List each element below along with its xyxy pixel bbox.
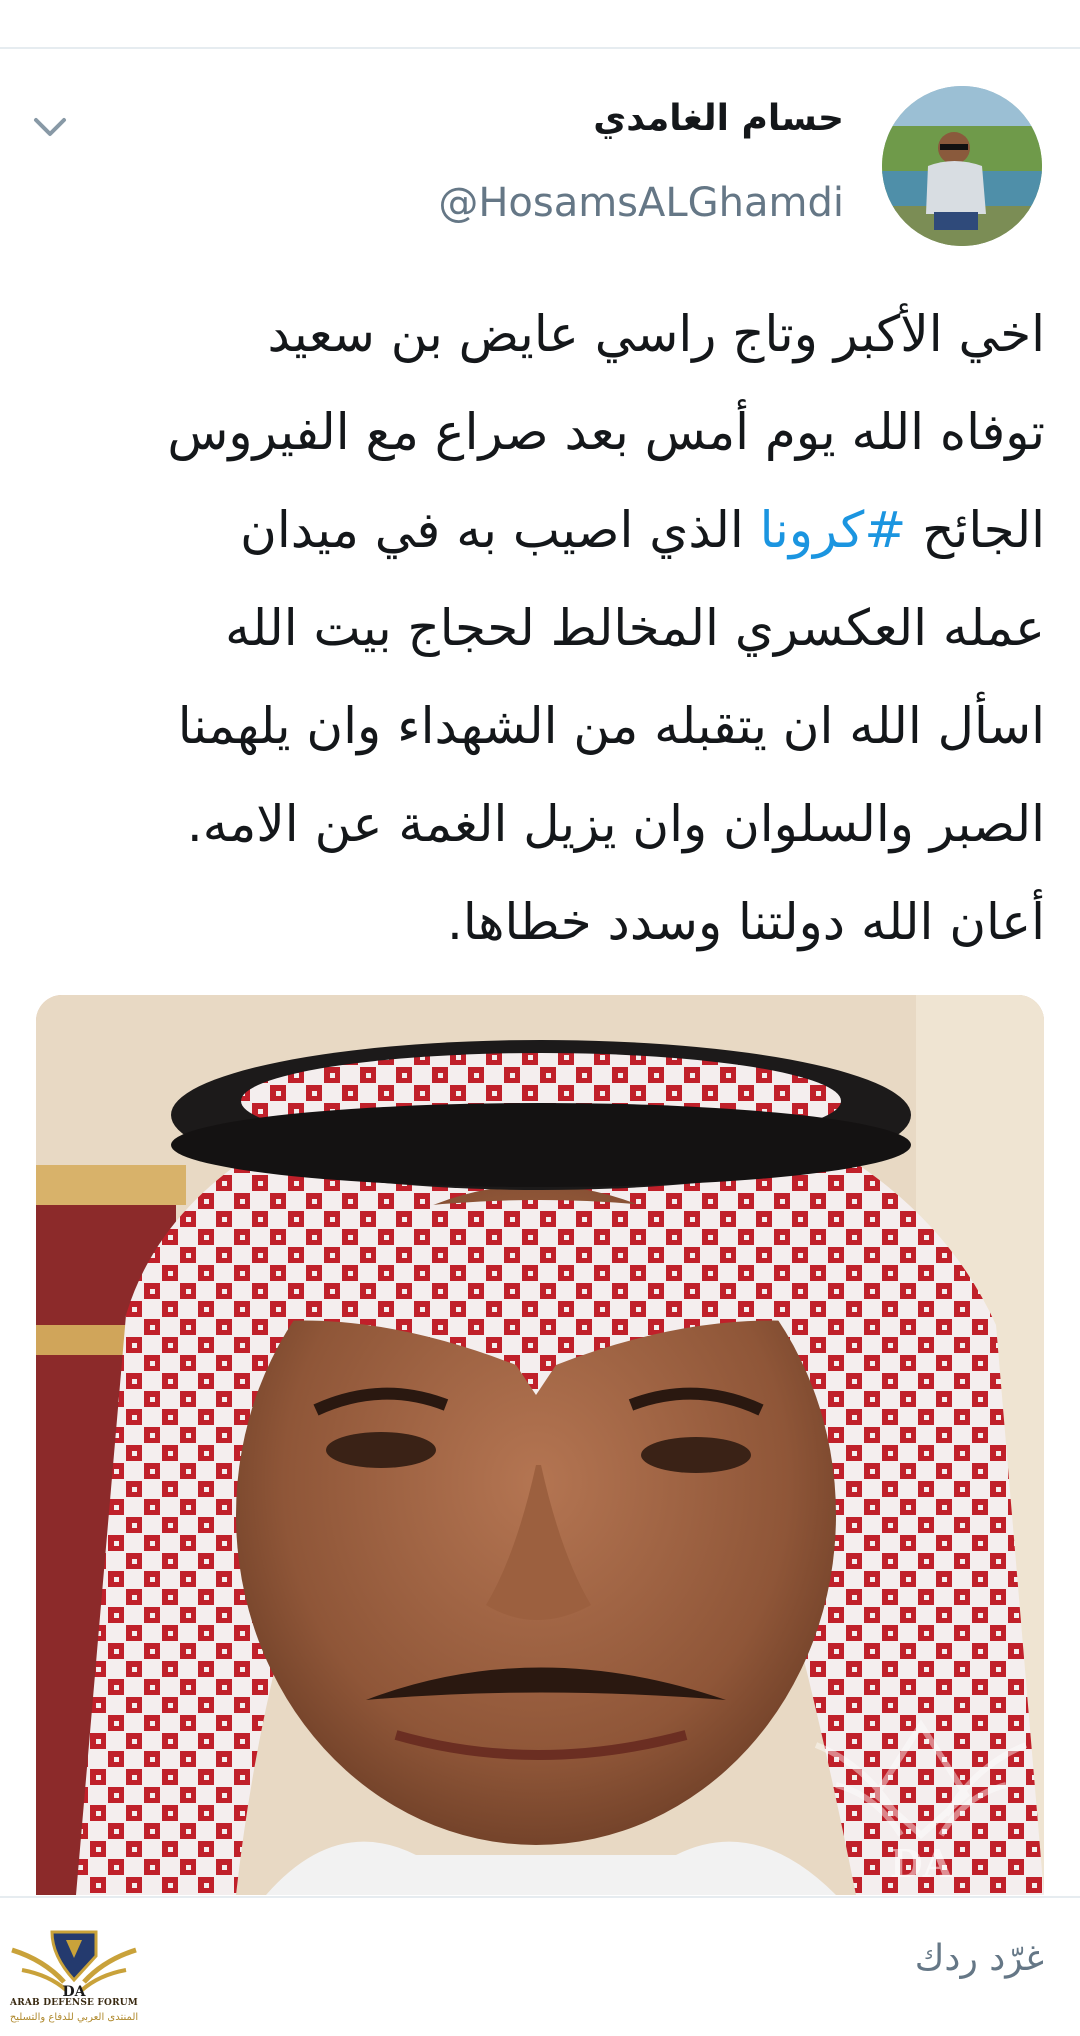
watermark-text: DA bbox=[890, 1841, 953, 1885]
tweet-line-text: الصبر والسلوان وان يزيل الغمة عن الامه. bbox=[186, 795, 1045, 853]
tweet-line: أعان الله دولتنا وسدد خطاها. bbox=[40, 873, 1045, 971]
author-avatar[interactable] bbox=[882, 86, 1042, 246]
tweet-line: الصبر والسلوان وان يزيل الغمة عن الامه. bbox=[40, 775, 1045, 873]
tweet-line: توفاه الله يوم أمس بعد صراع مع الفيروس bbox=[40, 383, 1045, 481]
tweet-line: اسأل الله ان يتقبله من الشهداء وان يلهمن… bbox=[40, 677, 1045, 775]
forum-logo: DA ARAB DEFENSE FORUM المنتدى العربي للد… bbox=[4, 1920, 144, 2032]
tweet-line-text: عمله العكسري المخالط لحجاج بيت الله bbox=[225, 599, 1045, 657]
forum-name-en: ARAB DEFENSE FORUM bbox=[10, 1998, 138, 2008]
author-handle[interactable]: @HosamsALGhamdi bbox=[438, 180, 844, 226]
forum-emblem-icon: DA bbox=[11, 1930, 137, 2000]
watermark-logo: DA bbox=[814, 1719, 1028, 1885]
hashtag-link[interactable]: #كرونا bbox=[760, 501, 907, 559]
tweet-line: الجائح #كرونا الذي اصيب به في ميدان bbox=[40, 481, 1045, 579]
tweet-line-text: أعان الله دولتنا وسدد خطاها. bbox=[447, 893, 1045, 951]
reply-input[interactable]: غرّد ردك bbox=[915, 1938, 1044, 1979]
avatar-image bbox=[882, 86, 1042, 246]
tweet-line-text: اخي الأكبر وتاج راسي عايض بن سعيد bbox=[267, 305, 1045, 363]
tweet-line-text: اسأل الله ان يتقبله من الشهداء وان يلهمن… bbox=[177, 697, 1045, 755]
chevron-down-icon[interactable] bbox=[30, 112, 70, 142]
reply-divider bbox=[0, 1896, 1080, 1898]
author-display-name[interactable]: حسام الغامدي bbox=[593, 98, 844, 139]
forum-name-ar: المنتدى العربي للدفاع والتسليح bbox=[9, 2012, 139, 2023]
tweet-line-text: الجائح bbox=[906, 501, 1045, 559]
tweet-line-text: الذي اصيب به في ميدان bbox=[240, 501, 760, 559]
tweet-line-text: توفاه الله يوم أمس بعد صراع مع الفيروس bbox=[167, 403, 1045, 461]
top-divider bbox=[0, 47, 1080, 49]
tweet-line: اخي الأكبر وتاج راسي عايض بن سعيد bbox=[40, 285, 1045, 383]
tweet-photo[interactable]: DA bbox=[36, 995, 1044, 1895]
tweet-text: اخي الأكبر وتاج راسي عايض بن سعيد توفاه … bbox=[40, 285, 1045, 971]
tweet-line: عمله العكسري المخالط لحجاج بيت الله bbox=[40, 579, 1045, 677]
